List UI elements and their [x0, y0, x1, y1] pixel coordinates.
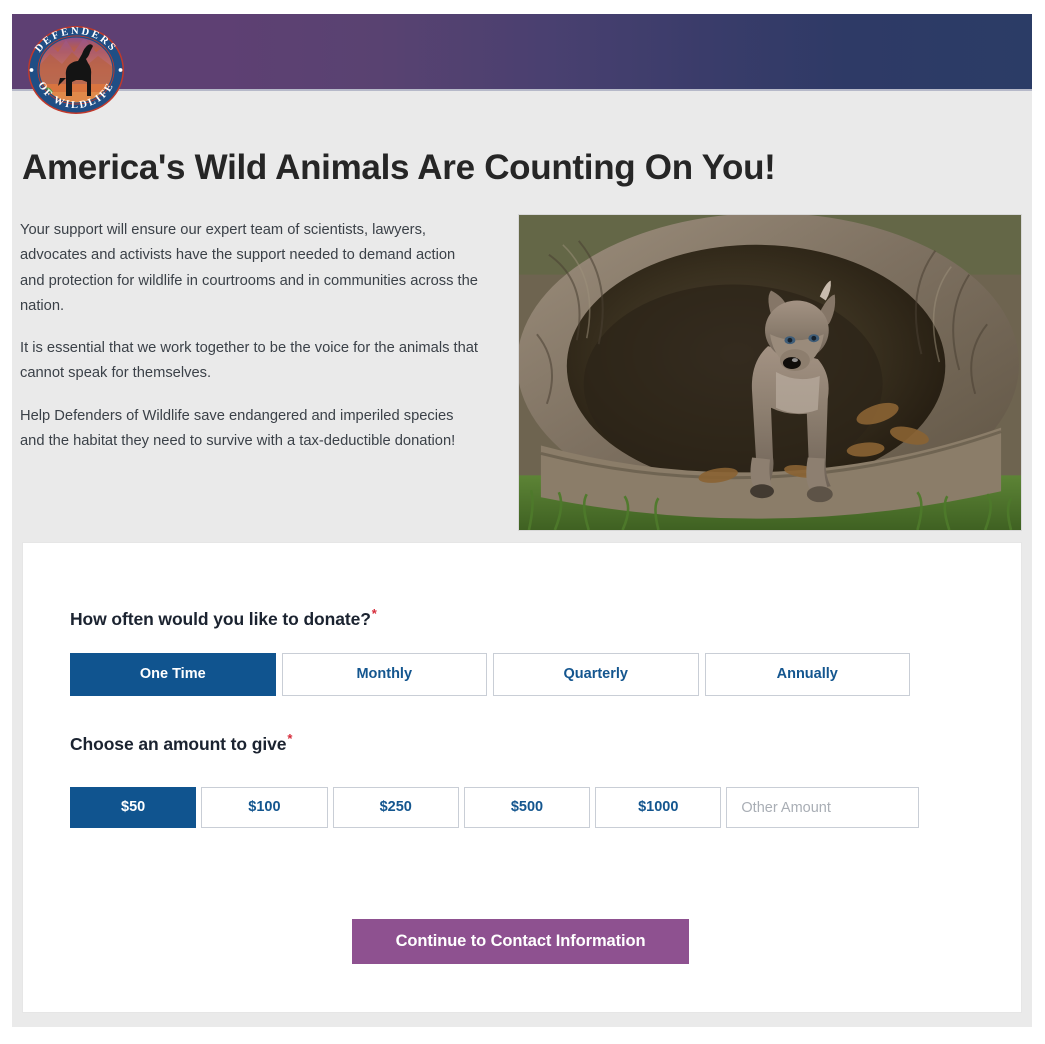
- frequency-option-annually[interactable]: Annually: [704, 653, 910, 696]
- page-title: America's Wild Animals Are Counting On Y…: [22, 148, 776, 187]
- defenders-of-wildlife-logo-icon[interactable]: DEFENDERS OF WILDLIFE: [14, 22, 138, 118]
- intro-text-column: Your support will ensure our expert team…: [20, 218, 480, 454]
- amount-option-1000[interactable]: $1000: [595, 787, 722, 828]
- intro-paragraph-3: Help Defenders of Wildlife save endanger…: [20, 407, 456, 449]
- amount-option-group: $50 $100 $250 $500 $1000: [70, 787, 920, 828]
- frequency-field-label: How often would you like to donate?*: [70, 606, 377, 630]
- site-header-bar: [12, 14, 1032, 89]
- amount-label-text: Choose an amount to give: [70, 733, 287, 754]
- frequency-option-monthly[interactable]: Monthly: [281, 653, 487, 696]
- frequency-option-one-time[interactable]: One Time: [70, 653, 276, 696]
- wolf-pup-photo: [518, 214, 1022, 531]
- frequency-label-text: How often would you like to donate?: [70, 608, 371, 629]
- amount-option-500[interactable]: $500: [463, 787, 591, 828]
- intro-paragraph-2: It is essential that we work together to…: [20, 340, 479, 382]
- amount-option-100[interactable]: $100: [201, 787, 328, 828]
- frequency-option-quarterly[interactable]: Quarterly: [493, 653, 699, 696]
- amount-option-50[interactable]: $50: [70, 787, 197, 828]
- intro-paragraph-1: Your support will ensure our expert team…: [20, 222, 478, 314]
- amount-required-marker: *: [287, 731, 293, 746]
- other-amount-wrapper: [726, 787, 920, 828]
- donation-landing-page: DEFENDERS OF WILDLIFE America's Wild Ani…: [0, 0, 1045, 1044]
- amount-option-250[interactable]: $250: [332, 787, 459, 828]
- frequency-required-marker: *: [371, 606, 377, 621]
- continue-to-contact-information-button[interactable]: Continue to Contact Information: [352, 919, 689, 964]
- other-amount-input[interactable]: [726, 787, 920, 828]
- frequency-option-group: One Time Monthly Quarterly Annually: [70, 653, 910, 696]
- amount-field-label: Choose an amount to give*: [70, 731, 292, 755]
- header-underline: [12, 89, 1032, 91]
